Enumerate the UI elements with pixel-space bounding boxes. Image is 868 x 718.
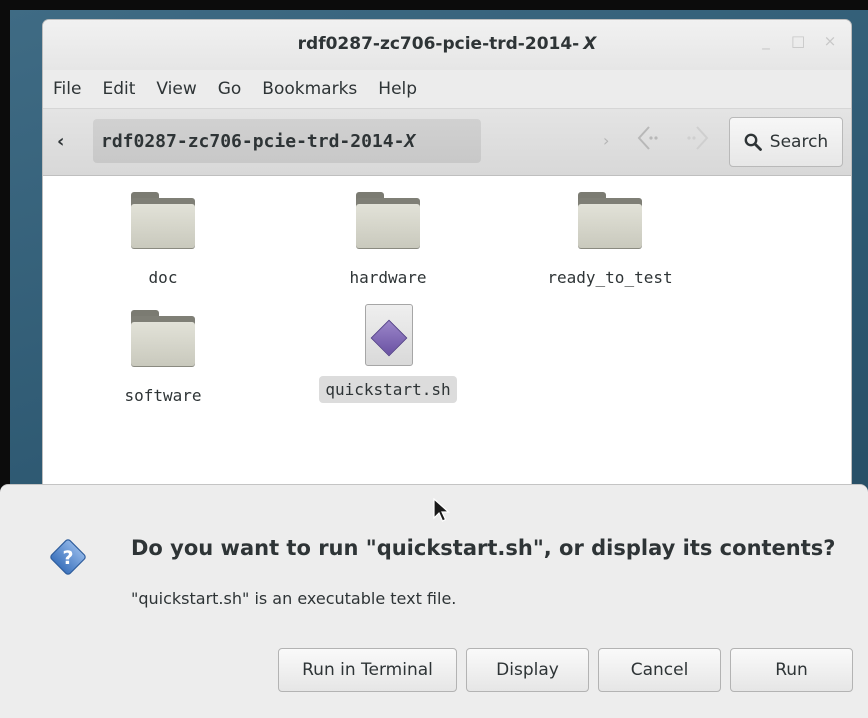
path-bar-suffix: X <box>404 130 416 152</box>
dialog-title: Do you want to run "quickstart.sh", or d… <box>131 536 836 560</box>
window-controls: _ □ × <box>759 32 837 50</box>
menu-file[interactable]: File <box>53 79 81 99</box>
file-label: doc <box>148 268 178 287</box>
file-manager-window: rdf0287-zc706-pcie-trd-2014- X _ □ × File… <box>43 20 851 490</box>
svg-text:?: ? <box>62 547 73 569</box>
run-in-terminal-button[interactable]: Run in Terminal <box>278 648 457 692</box>
window-title-suffix: X <box>583 34 597 54</box>
file-label: software <box>124 386 202 405</box>
menu-bookmarks[interactable]: Bookmarks <box>262 79 357 99</box>
window-title: rdf0287-zc706-pcie-trd-2014- X <box>43 34 851 54</box>
path-bar-label: rdf0287-zc706-pcie-trd-2014- <box>101 130 405 152</box>
folder-icon <box>356 192 420 250</box>
file-label: quickstart.sh <box>319 376 457 403</box>
folder-icon <box>131 192 195 250</box>
forward-arrow-icon[interactable] <box>683 123 711 153</box>
path-bar-button[interactable]: rdf0287-zc706-pcie-trd-2014- X <box>93 119 481 163</box>
folder-icon <box>578 192 642 250</box>
file-label: hardware <box>349 268 427 287</box>
file-view: doc hardware ready_to_test software quic… <box>43 176 851 490</box>
menu-edit[interactable]: Edit <box>102 79 135 99</box>
search-icon <box>744 133 762 151</box>
menu-go[interactable]: Go <box>218 79 242 99</box>
file-item-doc[interactable]: doc <box>78 192 248 291</box>
search-button[interactable]: Search <box>729 117 843 167</box>
menu-view[interactable]: View <box>156 79 196 99</box>
path-back-icon[interactable]: ‹ <box>57 131 64 152</box>
search-label: Search <box>769 132 829 152</box>
dialog-subtitle: "quickstart.sh" is an executable text fi… <box>131 589 457 608</box>
run-button[interactable]: Run <box>730 648 853 692</box>
maximize-icon[interactable]: □ <box>791 32 805 50</box>
back-arrow-icon[interactable] <box>635 123 663 153</box>
question-icon: ? <box>50 539 86 575</box>
mouse-pointer-icon <box>433 498 450 522</box>
file-item-hardware[interactable]: hardware <box>303 192 473 291</box>
file-item-quickstart[interactable]: quickstart.sh <box>303 304 473 403</box>
close-icon[interactable]: × <box>823 32 837 50</box>
path-forward-icon[interactable]: › <box>603 131 609 150</box>
minimize-icon[interactable]: _ <box>759 32 773 50</box>
window-title-text: rdf0287-zc706-pcie-trd-2014- <box>297 34 580 54</box>
cancel-button[interactable]: Cancel <box>598 648 721 692</box>
folder-icon <box>131 310 195 368</box>
file-item-ready-to-test[interactable]: ready_to_test <box>525 192 695 291</box>
file-item-software[interactable]: software <box>78 310 248 409</box>
script-file-icon <box>361 304 415 366</box>
file-label: ready_to_test <box>547 268 673 287</box>
menu-bar: File Edit View Go Bookmarks Help <box>43 70 851 109</box>
menu-help[interactable]: Help <box>378 79 417 99</box>
title-bar[interactable]: rdf0287-zc706-pcie-trd-2014- X _ □ × <box>43 20 851 70</box>
display-button[interactable]: Display <box>466 648 589 692</box>
toolbar: ‹ rdf0287-zc706-pcie-trd-2014- X › Search <box>43 109 851 176</box>
